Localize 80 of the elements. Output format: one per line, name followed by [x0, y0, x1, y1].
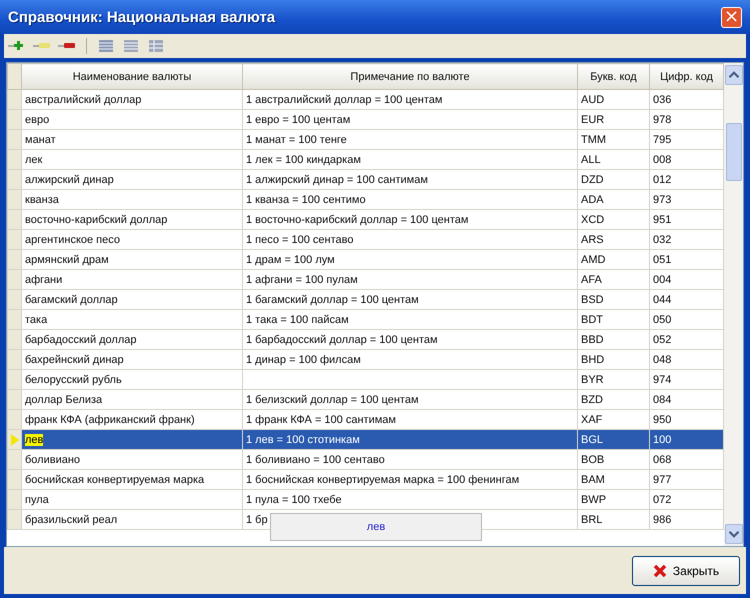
table-cell: 1 манат = 100 тенге: [242, 130, 578, 150]
table-cell: 1 боснийская конвертируемая марка = 100 фенингам: [242, 470, 578, 490]
scrollbar[interactable]: [724, 63, 743, 546]
table-cell: 1 алжирский динар = 100 сантимам: [242, 170, 578, 190]
table-cell: доллар Белиза: [22, 390, 242, 410]
add-icon[interactable]: [8, 39, 26, 53]
current-row-icon: [11, 434, 19, 446]
table-cell: AFA: [578, 270, 650, 290]
table-cell: 1 восточно-карибский доллар = 100 центам: [242, 210, 578, 230]
table-cell: DZD: [578, 170, 650, 190]
table-cell: 1 афгани = 100 пулам: [242, 270, 578, 290]
table-cell: ADA: [578, 190, 650, 210]
table-cell: AUD: [578, 90, 650, 110]
table-cell: 1 динар = 100 филсам: [242, 350, 578, 370]
list-view-icon[interactable]: [97, 39, 115, 53]
table-cell: аргентинское песо: [22, 230, 242, 250]
table-cell: ARS: [578, 230, 650, 250]
table-cell: манат: [22, 130, 242, 150]
table-cell: армянский драм: [22, 250, 242, 270]
table-cell: BGL: [578, 430, 650, 450]
table-view-icon[interactable]: [122, 39, 140, 53]
table-cell: бахрейнский динар: [22, 350, 242, 370]
table-cell: BSD: [578, 290, 650, 310]
column-header[interactable]: Цифр. код: [650, 64, 724, 90]
table-cell: восточно-карибский доллар: [22, 210, 242, 230]
table-cell: 1 песо = 100 сентаво: [242, 230, 578, 250]
table-cell: 1 боливиано = 100 сентаво: [242, 450, 578, 470]
table-cell: кванза: [22, 190, 242, 210]
table-cell: BOB: [578, 450, 650, 470]
table-cell: XCD: [578, 210, 650, 230]
table-cell: боливиано: [22, 450, 242, 470]
table-cell: алжирский динар: [22, 170, 242, 190]
table-cell: 1 лек = 100 киндаркам: [242, 150, 578, 170]
table-cell: BRL: [578, 510, 650, 530]
table-cell: лев: [22, 430, 242, 450]
cross-icon: [652, 564, 667, 578]
table-cell: BHD: [578, 350, 650, 370]
table-cell: 1 евро = 100 центам: [242, 110, 578, 130]
table-cell: ALL: [578, 150, 650, 170]
table-cell: багамский доллар: [22, 290, 242, 310]
table-cell: 1 драм = 100 лум: [242, 250, 578, 270]
grid-view-icon[interactable]: [147, 39, 165, 53]
scroll-down-icon[interactable]: [724, 524, 742, 544]
table-cell: 1 барбадосский доллар = 100 центам: [242, 330, 578, 350]
table-cell: 1 багамский доллар = 100 центам: [242, 290, 578, 310]
table-cell: 1 кванза = 100 сентимо: [242, 190, 578, 210]
table-cell: 1 белизский доллар = 100 центам: [242, 390, 578, 410]
table-cell: лек: [22, 150, 242, 170]
table-cell: бразильский реал: [22, 510, 242, 530]
table-cell: афгани: [22, 270, 242, 290]
window-title: Справочник: Национальная валюта: [8, 8, 276, 26]
table-cell: барбадосский доллар: [22, 330, 242, 350]
column-header[interactable]: Букв. код: [578, 64, 650, 90]
close-button[interactable]: ×: [721, 6, 742, 28]
tooltip: лев: [270, 513, 482, 541]
table-cell: боснийская конвертируемая марка: [22, 470, 242, 490]
table-cell: 1 пула = 100 тхебе: [242, 490, 578, 510]
table-cell: австралийский доллар: [22, 90, 242, 110]
table-cell: EUR: [578, 110, 650, 130]
table-cell: 1 така = 100 пайсам: [242, 310, 578, 330]
column-header[interactable]: Наименование валюты: [22, 64, 242, 90]
table-cell: BAM: [578, 470, 650, 490]
scroll-thumb[interactable]: [726, 123, 742, 181]
table-cell: 100: [650, 430, 724, 450]
table-cell: така: [22, 310, 242, 330]
table-cell: BBD: [578, 330, 650, 350]
table-cell: белорусский рубль: [22, 370, 242, 390]
table-cell: BDT: [578, 310, 650, 330]
table-cell: BZD: [578, 390, 650, 410]
table-cell: евро: [22, 110, 242, 130]
table-cell: пула: [22, 490, 242, 510]
table-cell: 1 лев = 100 стотинкам: [242, 430, 578, 450]
column-header[interactable]: Примечание по валюте: [242, 64, 578, 90]
table-cell: AMD: [578, 250, 650, 270]
table-cell: BWP: [578, 490, 650, 510]
table-cell: BYR: [578, 370, 650, 390]
close-dialog-button[interactable]: Закрыть: [632, 556, 740, 586]
table-cell: TMM: [578, 130, 650, 150]
scroll-up-icon[interactable]: [724, 65, 742, 85]
table-cell: 1 австралийский доллар = 100 центам: [242, 90, 578, 110]
